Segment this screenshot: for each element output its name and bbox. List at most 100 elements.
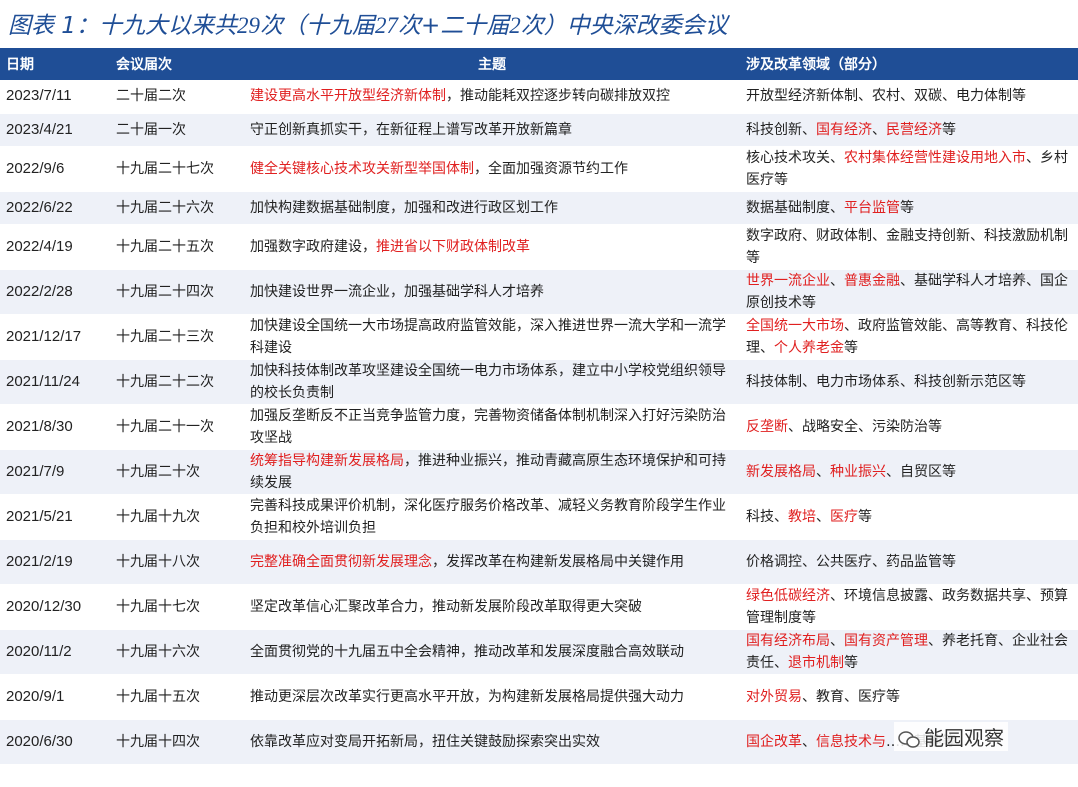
cell-text: 依靠改革应对变局开拓新局，扭住关键鼓励探索突出实效 [250, 733, 600, 750]
cell-date: 2022/2/28 [0, 269, 110, 315]
cell-session: 十九届二十一次 [110, 404, 244, 450]
title-number-20th: 2 [509, 13, 521, 38]
cell-text: 坚定改革信心汇聚改革合力，推动新发展阶段改革取得更大突破 [250, 598, 642, 615]
cell-topic: 推动更深层次改革实行更高水平开放，为构建新发展格局提供强大动力 [244, 674, 740, 720]
cell-text: 加快建设世界一流企业，加强基础学科人才培养 [250, 283, 544, 300]
table-row: 2022/2/28 十九届二十四次 加快建设世界一流企业，加强基础学科人才培养 世界一… [0, 269, 1078, 315]
cell-session: 十九届二十五次 [110, 224, 244, 270]
highlight-text: 完整准确全面贯彻新发展理念 [250, 553, 432, 570]
cell-text: 、教育、医疗等 [802, 688, 900, 705]
table-row: 2022/6/22 十九届二十六次 加快构建数据基础制度，加强和改进行政区划工作 数据… [0, 191, 1078, 225]
cell-topic: 加快科技体制改革攻坚建设全国统一电力市场体系，建立中小学校党组织领导的校长负责制 [244, 359, 740, 405]
cell-date: 2020/6/30 [0, 719, 110, 765]
cell-text: 完善科技成果评价机制，深化医疗服务价格改革、减轻义务教育阶段学生作业负担和校外培… [250, 497, 726, 536]
title-mid2: 次+二十届 [397, 13, 510, 39]
cell-text: 科技创新、 [746, 121, 816, 138]
cell-date: 2020/11/2 [0, 629, 110, 675]
table-row: 2021/11/24 十九届二十二次 加快科技体制改革攻坚建设全国统一电力市场体系，… [0, 359, 1078, 405]
cell-text: ，推动能耗双控逐步转向碳排放双控 [446, 88, 670, 105]
highlight-text: 平台监管 [844, 199, 900, 216]
cell-text: 、 [830, 272, 844, 289]
header-session: 会议届次 [110, 48, 244, 80]
highlight-text: 国有资产管理 [844, 632, 928, 649]
highlight-text: 民营经济 [886, 121, 942, 138]
cell-date: 2020/12/30 [0, 584, 110, 630]
cell-text: ，全面加强资源节约工作 [474, 160, 628, 177]
wechat-icon [898, 730, 920, 748]
highlight-text: 教培 [788, 508, 816, 525]
cell-areas: 核心技术攻关、农村集体经营性建设用地入市、乡村医疗等 [740, 146, 1078, 192]
cell-text: 加快科技体制改革攻坚建设全国统一电力市场体系，建立中小学校党组织领导的校长负责制 [250, 362, 726, 401]
cell-areas: 对外贸易、教育、医疗等 [740, 674, 1078, 720]
cell-session: 十九届十五次 [110, 674, 244, 720]
cell-session: 十九届十六次 [110, 629, 244, 675]
cell-session: 十九届十九次 [110, 494, 244, 540]
header-areas: 涉及改革领域（部分） [740, 48, 1078, 80]
cell-areas: 世界一流企业、普惠金融、基础学科人才培养、国企原创技术等 [740, 269, 1078, 315]
table-row: 2020/12/30 十九届十七次 坚定改革信心汇聚改革合力，推动新发展阶段改革取得… [0, 584, 1078, 630]
cell-session: 十九届十八次 [110, 539, 244, 585]
watermark: 能园观察 [894, 722, 1008, 751]
cell-text: 加强数字政府建设， [250, 238, 376, 255]
highlight-text: 统筹指导构建新发展格局 [250, 452, 404, 469]
cell-text: 数字政府、财政体制、金融支持创新、科技激励机制等 [746, 227, 1068, 266]
cell-text: 价格调控、公共医疗、药品监管等 [746, 553, 956, 570]
table-row: 2020/9/1 十九届十五次 推动更深层次改革实行更高水平开放，为构建新发展格局提… [0, 674, 1078, 720]
cell-topic: 完善科技成果评价机制，深化医疗服务价格改革、减轻义务教育阶段学生作业负担和校外培… [244, 494, 740, 540]
cell-session: 十九届二十三次 [110, 314, 244, 360]
title-prefix: 图表 1 [8, 13, 76, 39]
table-row: 2021/5/21 十九届十九次 完善科技成果评价机制，深化医疗服务价格改革、减轻义… [0, 494, 1078, 540]
cell-session: 十九届十四次 [110, 719, 244, 765]
cell-areas: 科技、教培、医疗等 [740, 494, 1078, 540]
header-topic: 主题 [244, 48, 740, 80]
table-row: 2022/4/19 十九届二十五次 加强数字政府建设，推进省以下财政体制改革 数字政府… [0, 224, 1078, 270]
cell-text: 等 [858, 508, 872, 525]
table-row: 2021/12/17 十九届二十三次 加快建设全国统一大市场提高政府监管效能，深入推… [0, 314, 1078, 360]
highlight-text: 推进省以下财政体制改革 [376, 238, 530, 255]
title-number-19th: 27 [374, 13, 398, 38]
cell-session: 十九届二十六次 [110, 191, 244, 225]
cell-areas: 开放型经济新体制、农村、双碳、电力体制等 [740, 80, 1078, 114]
highlight-text: 新发展格局 [746, 463, 816, 480]
cell-text: 等 [844, 654, 858, 671]
cell-text: 加强反垄断反不正当竞争监管力度，完善物资储备体制机制深入打好污染防治攻坚战 [250, 407, 726, 446]
cell-topic: 加强数字政府建设，推进省以下财政体制改革 [244, 224, 740, 270]
cell-text: 推动更深层次改革实行更高水平开放，为构建新发展格局提供强大动力 [250, 688, 684, 705]
cell-date: 2021/11/24 [0, 359, 110, 405]
cell-text: 、 [872, 121, 886, 138]
cell-topic: 加快构建数据基础制度，加强和改进行政区划工作 [244, 191, 740, 225]
title-text: 十九大以来共 [98, 13, 237, 39]
highlight-text: 国企改革 [746, 733, 802, 750]
cell-text: 、 [816, 463, 830, 480]
title-number-total: 29 [236, 13, 260, 38]
cell-date: 2021/12/17 [0, 314, 110, 360]
cell-text: 数据基础制度、 [746, 199, 844, 216]
highlight-text: 全国统一大市场 [746, 317, 844, 334]
cell-text: 、 [816, 508, 830, 525]
table-row: 2023/4/21 二十届一次 守正创新真抓实干，在新征程上谱写改革开放新篇章 科技创… [0, 113, 1078, 147]
cell-date: 2021/8/30 [0, 404, 110, 450]
cell-text: 开放型经济新体制、农村、双碳、电力体制等 [746, 88, 1026, 105]
cell-areas: 国有经济布局、国有资产管理、养老托育、企业社会责任、退市机制等 [740, 629, 1078, 675]
highlight-text: 退市机制 [788, 654, 844, 671]
highlight-text: 信息技术与 [816, 733, 886, 750]
figure-title: 图表 1：十九大以来共29次（十九届27次+二十届2次）中央深改委会议 [8, 6, 728, 46]
cell-topic: 建设更高水平开放型经济新体制，推动能耗双控逐步转向碳排放双控 [244, 80, 740, 114]
cell-areas: 新发展格局、种业振兴、自贸区等 [740, 449, 1078, 495]
cell-session: 十九届二十七次 [110, 146, 244, 192]
cell-areas: 科技体制、电力市场体系、科技创新示范区等 [740, 359, 1078, 405]
cell-text: 科技体制、电力市场体系、科技创新示范区等 [746, 373, 1026, 390]
cell-topic: 全面贯彻党的十九届五中全会精神，推动改革和发展深度融合高效联动 [244, 629, 740, 675]
highlight-text: 建设更高水平开放型经济新体制 [250, 88, 446, 105]
highlight-text: 绿色低碳经济 [746, 587, 830, 604]
cell-text: 、战略安全、污染防治等 [788, 418, 942, 435]
cell-topic: 统筹指导构建新发展格局，推进种业振兴，推动青藏高原生态环境保护和可持续发展 [244, 449, 740, 495]
highlight-text: 农村集体经营性建设用地入市 [844, 149, 1026, 166]
highlight-text: 世界一流企业 [746, 272, 830, 289]
highlight-text: 国有经济布局 [746, 632, 830, 649]
cell-date: 2022/6/22 [0, 191, 110, 225]
cell-session: 十九届十七次 [110, 584, 244, 630]
cell-date: 2022/9/6 [0, 146, 110, 192]
table-row: 2020/11/2 十九届十六次 全面贯彻党的十九届五中全会精神，推动改革和发展深度… [0, 629, 1078, 675]
cell-topic: 健全关键核心技术攻关新型举国体制，全面加强资源节约工作 [244, 146, 740, 192]
